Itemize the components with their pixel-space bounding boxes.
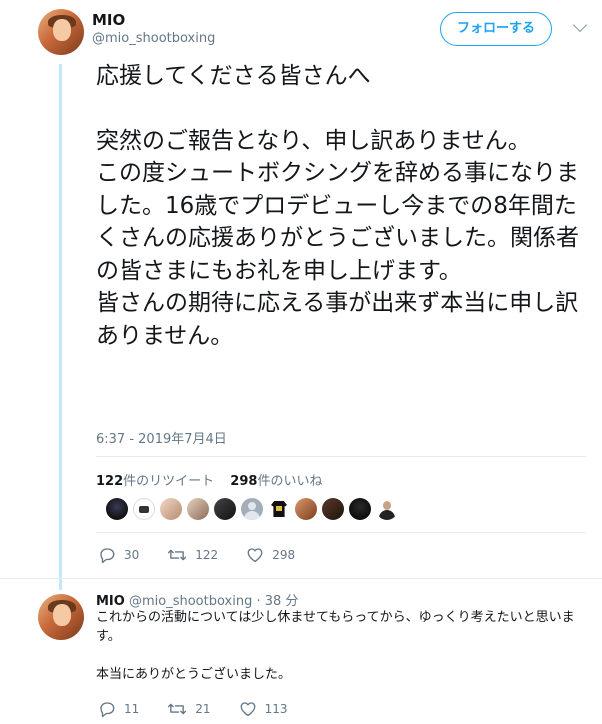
like-action-count: 113 xyxy=(264,702,288,716)
liker-avatar[interactable] xyxy=(133,498,155,520)
liker-avatar[interactable] xyxy=(106,498,128,520)
tweet-header: MIO @mio_shootboxing xyxy=(92,11,215,46)
reply-icon xyxy=(100,702,115,718)
like-action-count: 298 xyxy=(272,548,296,562)
retweet-button[interactable]: 21 xyxy=(167,700,211,718)
retweet-button[interactable]: 122 xyxy=(167,546,218,564)
like-button[interactable]: 298 xyxy=(246,546,295,564)
retweet-action-count: 122 xyxy=(195,548,219,562)
reply-line: これからの活動については少し休ませてもらってから、ゆっくり考えたいと思います。 xyxy=(96,610,575,644)
reply-header: MIO @mio_shootboxing · 38 分 xyxy=(96,590,298,609)
tweet-actions: 30 122 298 xyxy=(98,546,323,564)
retweet-label: 件のリツイート xyxy=(123,474,215,489)
engagement-stats: 122件のリツイート 298件のいいね xyxy=(96,470,334,489)
reply-icon xyxy=(100,548,115,564)
avatar[interactable] xyxy=(38,9,84,55)
liker-avatar[interactable] xyxy=(295,498,317,520)
reply-button[interactable]: 30 xyxy=(98,546,139,564)
liker-avatar[interactable] xyxy=(160,498,182,520)
tweet-text: 応援してくださる皆さんへ 突然のご報告となり、申し訳ありません。 この度シュート… xyxy=(96,60,591,352)
retweet-icon xyxy=(168,549,187,561)
reply-count: 30 xyxy=(124,548,140,562)
reply-separator: · xyxy=(256,594,261,609)
retweet-icon xyxy=(168,703,187,715)
liker-avatars xyxy=(106,498,398,520)
retweet-count: 122 xyxy=(96,474,124,489)
reply-count: 11 xyxy=(124,702,140,716)
divider xyxy=(96,532,586,533)
liker-avatar[interactable] xyxy=(214,498,236,520)
heart-icon xyxy=(240,702,255,717)
tweet-line: 応援してくださる皆さんへ xyxy=(96,63,371,89)
heart-icon xyxy=(247,548,263,563)
user-handle[interactable]: @mio_shootboxing xyxy=(92,31,215,46)
liker-avatar[interactable] xyxy=(376,498,398,520)
tweet-line: 突然のご報告となり、申し訳ありません。 xyxy=(96,127,531,154)
retweet-stat[interactable]: 122件のリツイート xyxy=(96,474,214,489)
liker-avatar[interactable] xyxy=(268,498,290,520)
liker-avatar[interactable] xyxy=(349,498,371,520)
reply-user-name[interactable]: MIO xyxy=(96,594,125,609)
user-name[interactable]: MIO xyxy=(92,11,215,29)
reply-user-handle[interactable]: @mio_shootboxing xyxy=(129,594,252,609)
thread-line xyxy=(59,64,62,590)
liker-avatar[interactable] xyxy=(322,498,344,520)
tweet-line: この度シュートボクシングを辞める事になりました。16歳でプロデビューし今までの8… xyxy=(96,160,579,284)
reply-actions: 11 21 113 xyxy=(98,700,315,718)
liker-avatar[interactable] xyxy=(187,498,209,520)
liker-avatar[interactable] xyxy=(241,498,263,520)
divider xyxy=(0,578,602,579)
like-button[interactable]: 113 xyxy=(239,700,288,718)
like-stat[interactable]: 298件のいいね xyxy=(230,474,322,489)
reply-line: 本当にありがとうございました。 xyxy=(96,667,292,682)
like-count: 298 xyxy=(230,474,258,489)
reply-text: これからの活動については少し休ませてもらってから、ゆっくり考えたいと思います。 … xyxy=(96,608,586,684)
tweet-timestamp[interactable]: 6:37 - 2019年7月4日 xyxy=(96,428,227,447)
avatar[interactable] xyxy=(38,594,84,640)
reply-button[interactable]: 11 xyxy=(98,700,139,718)
follow-button[interactable]: フォローする xyxy=(440,12,552,46)
tweet-line: 皆さんの期待に応える事が出来ず本当に申し訳ありません。 xyxy=(96,290,579,349)
retweet-action-count: 21 xyxy=(195,702,211,716)
reply-time[interactable]: 38 分 xyxy=(265,594,299,609)
chevron-down-icon[interactable] xyxy=(572,17,588,33)
divider xyxy=(96,456,586,457)
like-label: 件のいいね xyxy=(257,474,323,489)
